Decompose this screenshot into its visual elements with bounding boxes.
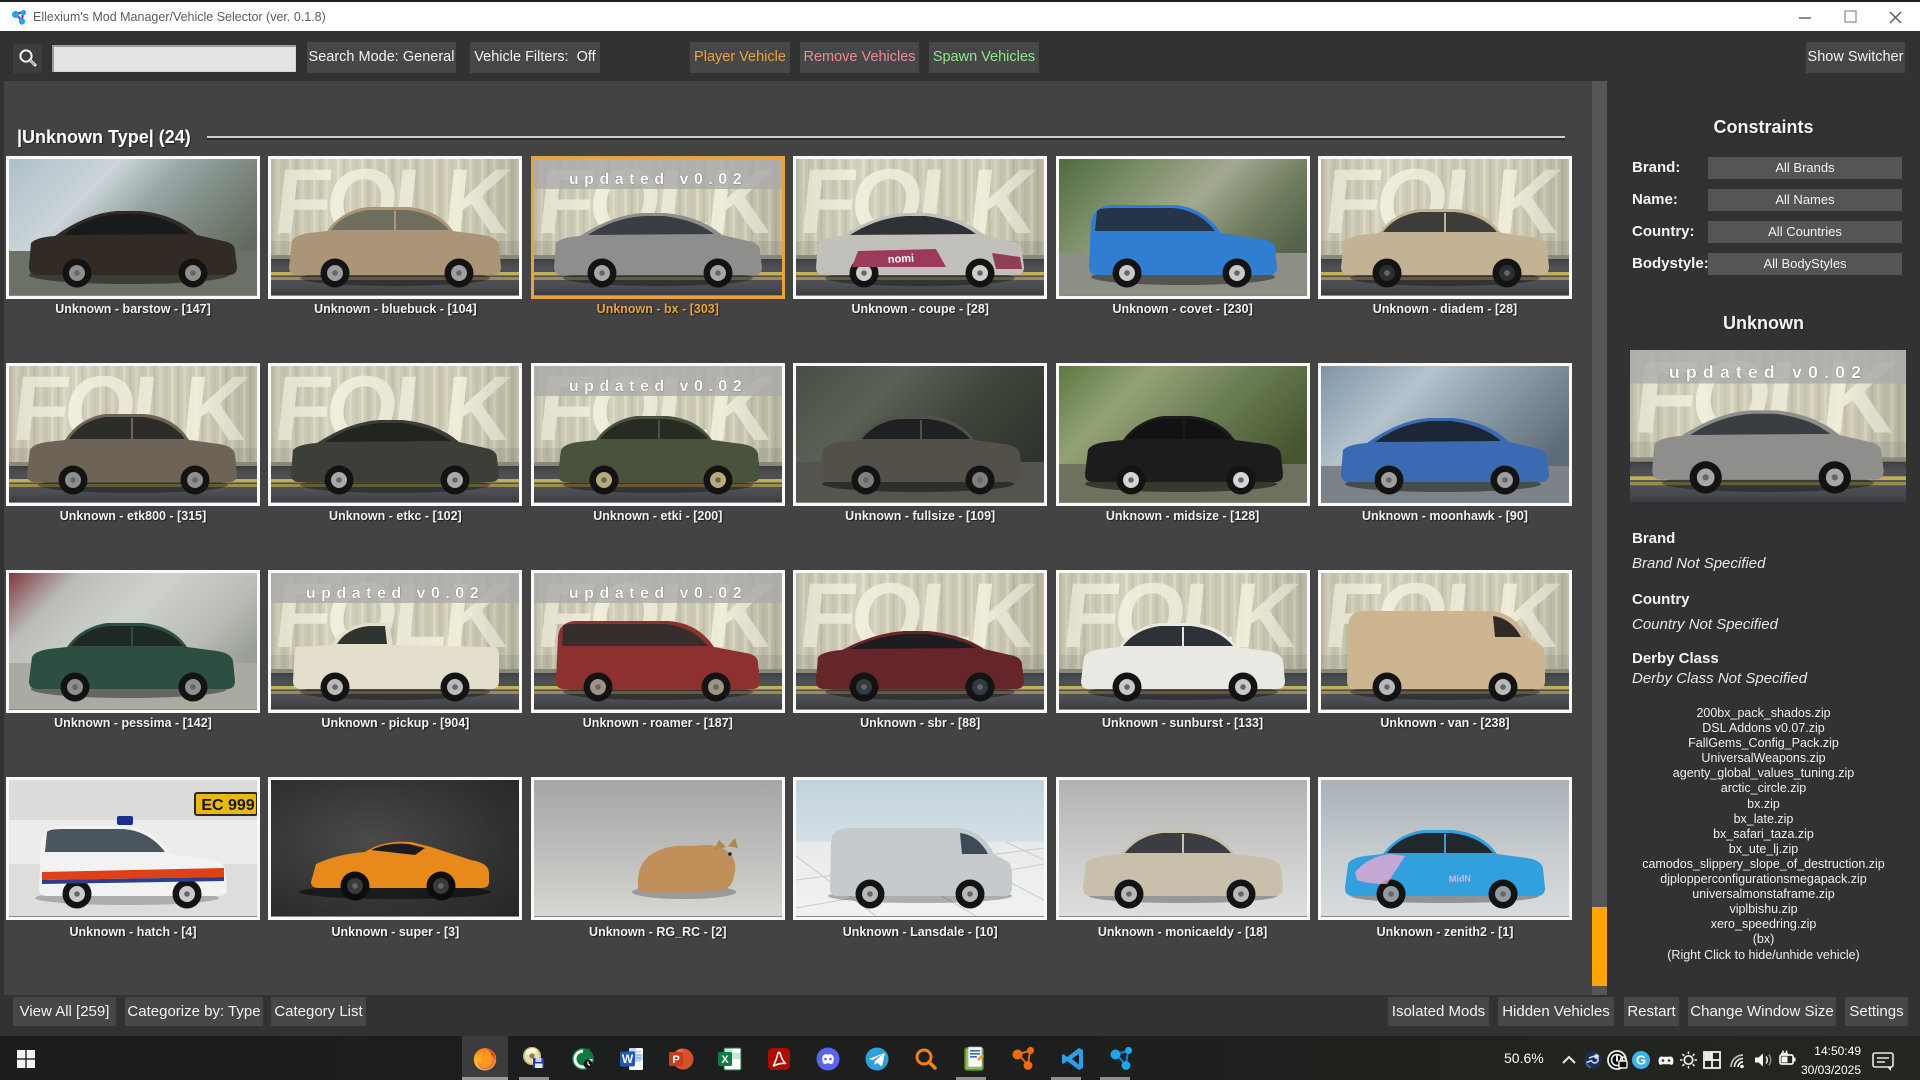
svg-text:updated v0.02: updated v0.02 bbox=[306, 585, 484, 602]
svg-text:W: W bbox=[622, 1052, 634, 1066]
svg-text:nomi: nomi bbox=[888, 253, 915, 266]
svg-text:updated v0.02: updated v0.02 bbox=[569, 171, 747, 188]
svg-text:EC 999: EC 999 bbox=[201, 797, 254, 814]
svg-text:updated v0.02: updated v0.02 bbox=[1669, 362, 1867, 382]
svg-text:G: G bbox=[1636, 1053, 1646, 1068]
svg-text:updated v0.02: updated v0.02 bbox=[569, 378, 747, 395]
svg-text:updated v0.02: updated v0.02 bbox=[569, 585, 747, 602]
svg-text:P: P bbox=[672, 1054, 679, 1066]
svg-text:X: X bbox=[721, 1054, 729, 1066]
svg-text:MidN: MidN bbox=[1449, 873, 1471, 884]
